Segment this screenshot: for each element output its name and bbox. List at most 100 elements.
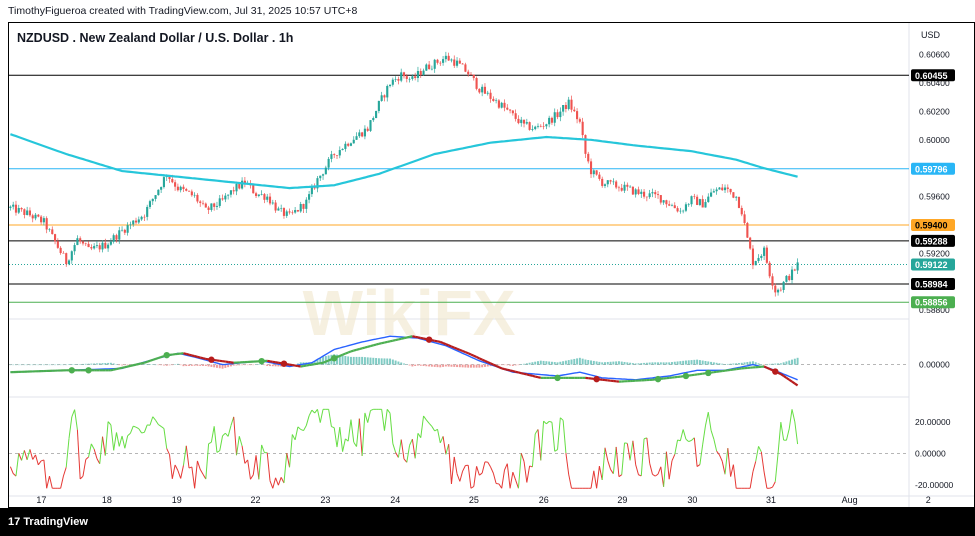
oscillator-tick-label: 20.00000 bbox=[915, 417, 951, 427]
macd-histogram-bar bbox=[199, 364, 202, 366]
oscillator-segment bbox=[517, 453, 522, 489]
signal-line-segment bbox=[791, 380, 796, 385]
candle-body bbox=[701, 199, 704, 208]
macd-histogram-bar bbox=[263, 364, 266, 366]
candle-body bbox=[98, 245, 101, 250]
candle-body bbox=[601, 178, 604, 186]
macd-histogram-bar bbox=[366, 357, 369, 365]
signal-line-segment bbox=[116, 367, 120, 371]
oscillator-segment bbox=[437, 429, 441, 444]
tradingview-mark: 17 bbox=[8, 516, 21, 528]
oscillator-segment bbox=[258, 444, 263, 480]
macd-histogram-bar bbox=[684, 360, 687, 365]
oscillator-segment bbox=[370, 408, 374, 412]
macd-histogram-bar bbox=[196, 364, 199, 366]
signal-line-segment bbox=[132, 363, 137, 367]
macd-histogram-bar bbox=[668, 362, 671, 365]
oscillator-segment bbox=[794, 421, 799, 445]
oscillator-segment bbox=[300, 428, 304, 432]
oscillator-segment bbox=[230, 416, 235, 426]
currency-label: USD bbox=[921, 30, 941, 40]
candle-body bbox=[190, 191, 193, 196]
candle-body bbox=[291, 212, 294, 214]
tradingview-logo[interactable]: 17 TradingView bbox=[8, 516, 88, 528]
candle-body bbox=[687, 204, 690, 205]
chart-svg[interactable]: WikiFX 0.606000.604000.602000.600000.598… bbox=[9, 23, 974, 507]
candle-body bbox=[235, 183, 238, 192]
macd-histogram-bar bbox=[126, 364, 129, 366]
oscillator-segment bbox=[727, 448, 732, 477]
macd-histogram-bar bbox=[534, 361, 537, 365]
signal-dot bbox=[554, 374, 561, 382]
candle-body bbox=[137, 219, 140, 223]
candle-body bbox=[386, 85, 389, 98]
oscillator-segment bbox=[439, 436, 444, 444]
oscillator-segment bbox=[29, 449, 34, 460]
macd-histogram-bar bbox=[771, 363, 774, 365]
macd-histogram-bar bbox=[235, 364, 238, 366]
oscillator-segment bbox=[115, 432, 120, 447]
candle-body bbox=[14, 204, 18, 213]
price-tick-label: 0.59200 bbox=[919, 248, 950, 258]
candle-body bbox=[576, 111, 579, 120]
signal-line-segment bbox=[353, 348, 357, 352]
signal-line-segment bbox=[387, 340, 391, 343]
macd-histogram-bar bbox=[609, 361, 612, 365]
macd-histogram-bar bbox=[542, 360, 545, 365]
oscillator-segment bbox=[509, 472, 514, 489]
oscillator-segment bbox=[699, 444, 704, 465]
oscillator-segment bbox=[171, 464, 176, 479]
oscillator-segment bbox=[540, 421, 545, 461]
oscillator-segment bbox=[749, 471, 754, 489]
oscillator-segment bbox=[219, 435, 224, 451]
candle-body bbox=[771, 276, 774, 286]
oscillator-segment bbox=[490, 466, 494, 474]
candle-body bbox=[665, 200, 668, 205]
macd-histogram-bar bbox=[243, 364, 246, 366]
candle-body bbox=[779, 289, 782, 291]
candle-body bbox=[439, 62, 442, 64]
oscillator-segment bbox=[210, 426, 215, 443]
macd-histogram-bar bbox=[202, 364, 204, 366]
oscillator-segment bbox=[652, 473, 656, 477]
candle-body bbox=[227, 194, 230, 196]
macd-histogram-bar bbox=[478, 364, 481, 368]
macd-histogram-bar bbox=[564, 360, 567, 365]
candle-body bbox=[430, 68, 433, 70]
signal-dot bbox=[280, 360, 288, 367]
oscillator-segment bbox=[612, 446, 617, 474]
candle-body bbox=[372, 118, 375, 121]
level-label: 0.58856 bbox=[915, 298, 948, 308]
signal-line-segment bbox=[124, 365, 128, 369]
signal-dot bbox=[425, 336, 433, 343]
macd-histogram-bar bbox=[93, 363, 96, 365]
signal-dot bbox=[85, 367, 92, 374]
candle-body bbox=[444, 55, 447, 60]
candle-body bbox=[224, 195, 227, 200]
oscillator-segment bbox=[520, 453, 525, 462]
macd-histogram-bar bbox=[397, 361, 400, 365]
candle-body bbox=[12, 204, 15, 207]
oscillator-segment bbox=[319, 409, 324, 423]
macd-histogram-bar bbox=[768, 363, 771, 365]
signal-line-segment bbox=[135, 362, 140, 366]
chart-frame[interactable]: WikiFX 0.606000.604000.602000.600000.598… bbox=[8, 22, 975, 508]
candle-body bbox=[377, 100, 380, 112]
macd-histogram-bar bbox=[754, 362, 757, 365]
signal-line-segment bbox=[138, 362, 142, 366]
macd-histogram-bar bbox=[506, 364, 509, 366]
macd-histogram-bar bbox=[442, 364, 445, 367]
signal-line-segment bbox=[130, 364, 134, 367]
oscillator-segment bbox=[289, 434, 293, 468]
candle-body bbox=[174, 182, 177, 187]
oscillator-segment bbox=[397, 439, 402, 458]
macd-histogram-bar bbox=[433, 364, 436, 367]
oscillator-segment bbox=[604, 447, 609, 461]
signal-line-segment bbox=[462, 349, 466, 354]
signal-line-segment bbox=[403, 336, 408, 340]
signal-line-segment bbox=[498, 366, 503, 370]
candle-body bbox=[349, 143, 353, 146]
candle-body bbox=[606, 180, 609, 185]
macd-histogram-bar bbox=[34, 364, 37, 366]
signal-line-segment bbox=[504, 368, 508, 371]
